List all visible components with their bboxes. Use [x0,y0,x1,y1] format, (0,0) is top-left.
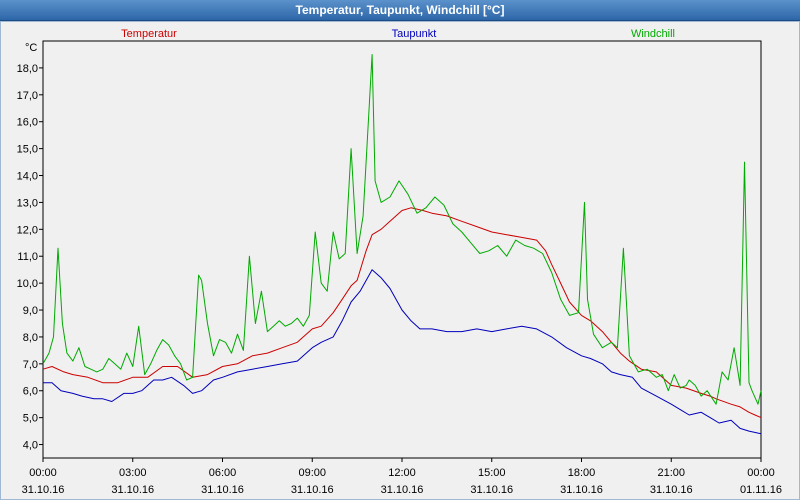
y-tick-label: 8,0 [23,332,38,344]
x-tick-time: 18:00 [568,467,596,479]
y-tick-label: 15,0 [17,144,38,156]
x-tick-time: 03:00 [119,467,147,479]
x-tick-time: 12:00 [388,467,416,479]
x-tick-time: 00:00 [747,467,775,479]
x-axis-ticks: 00:00 31.10.16 03:00 31.10.16 06:00 31.10.16 0… [22,458,782,496]
y-tick-label: 12,0 [17,224,38,236]
y-tick-label: 11,0 [17,251,38,263]
x-tick-date: 01.11.16 [740,484,782,496]
x-tick-time: 21:00 [657,467,685,479]
plot-border [42,40,762,459]
legend-taupunkt: Taupunkt [392,28,437,40]
x-tick-date: 31.10.16 [381,484,424,496]
y-axis-ticks: 4,0 5,0 6,0 7,0 8,0 9,0 10,0 11,0 12,0 13,0 14,0 15… [17,63,43,452]
x-tick-time: 00:00 [29,467,57,479]
x-tick-time: 09:00 [298,467,326,479]
y-axis-unit: °C [25,42,37,54]
x-tick-date: 31.10.16 [201,484,244,496]
y-tick-label: 5,0 [23,413,38,425]
x-tick-date: 31.10.16 [470,484,513,496]
x-tick-time: 06:00 [209,467,237,479]
y-tick-label: 4,0 [23,440,38,452]
x-tick-date: 31.10.16 [22,484,65,496]
y-tick-label: 14,0 [17,171,38,183]
y-tick-label: 9,0 [23,305,38,317]
y-tick-label: 16,0 [17,117,38,129]
x-tick-date: 31.10.16 [560,484,603,496]
y-tick-label: 7,0 [23,359,38,371]
y-tick-label: 18,0 [17,63,38,75]
x-tick-date: 31.10.16 [650,484,693,496]
line-chart: 4,0 5,0 6,0 7,0 8,0 9,0 10,0 11,0 12,0 13,0 14,0 15… [17,28,782,496]
y-tick-label: 10,0 [17,278,38,290]
legend-temperatur: Temperatur [121,28,177,40]
chart-frame: 4,0 5,0 6,0 7,0 8,0 9,0 10,0 11,0 12,0 13,0 14,0 15… [0,21,800,500]
chart-title: Temperatur, Taupunkt, Windchill [°C] [0,0,800,21]
legend-windchill: Windchill [631,28,675,40]
plot-area [42,40,762,459]
x-tick-date: 31.10.16 [111,484,154,496]
y-tick-label: 13,0 [17,197,38,209]
x-tick-time: 15:00 [478,467,506,479]
y-tick-label: 17,0 [17,90,38,102]
x-tick-date: 31.10.16 [291,484,334,496]
y-tick-label: 6,0 [23,386,38,398]
legend: Temperatur Taupunkt Windchill [121,28,675,40]
